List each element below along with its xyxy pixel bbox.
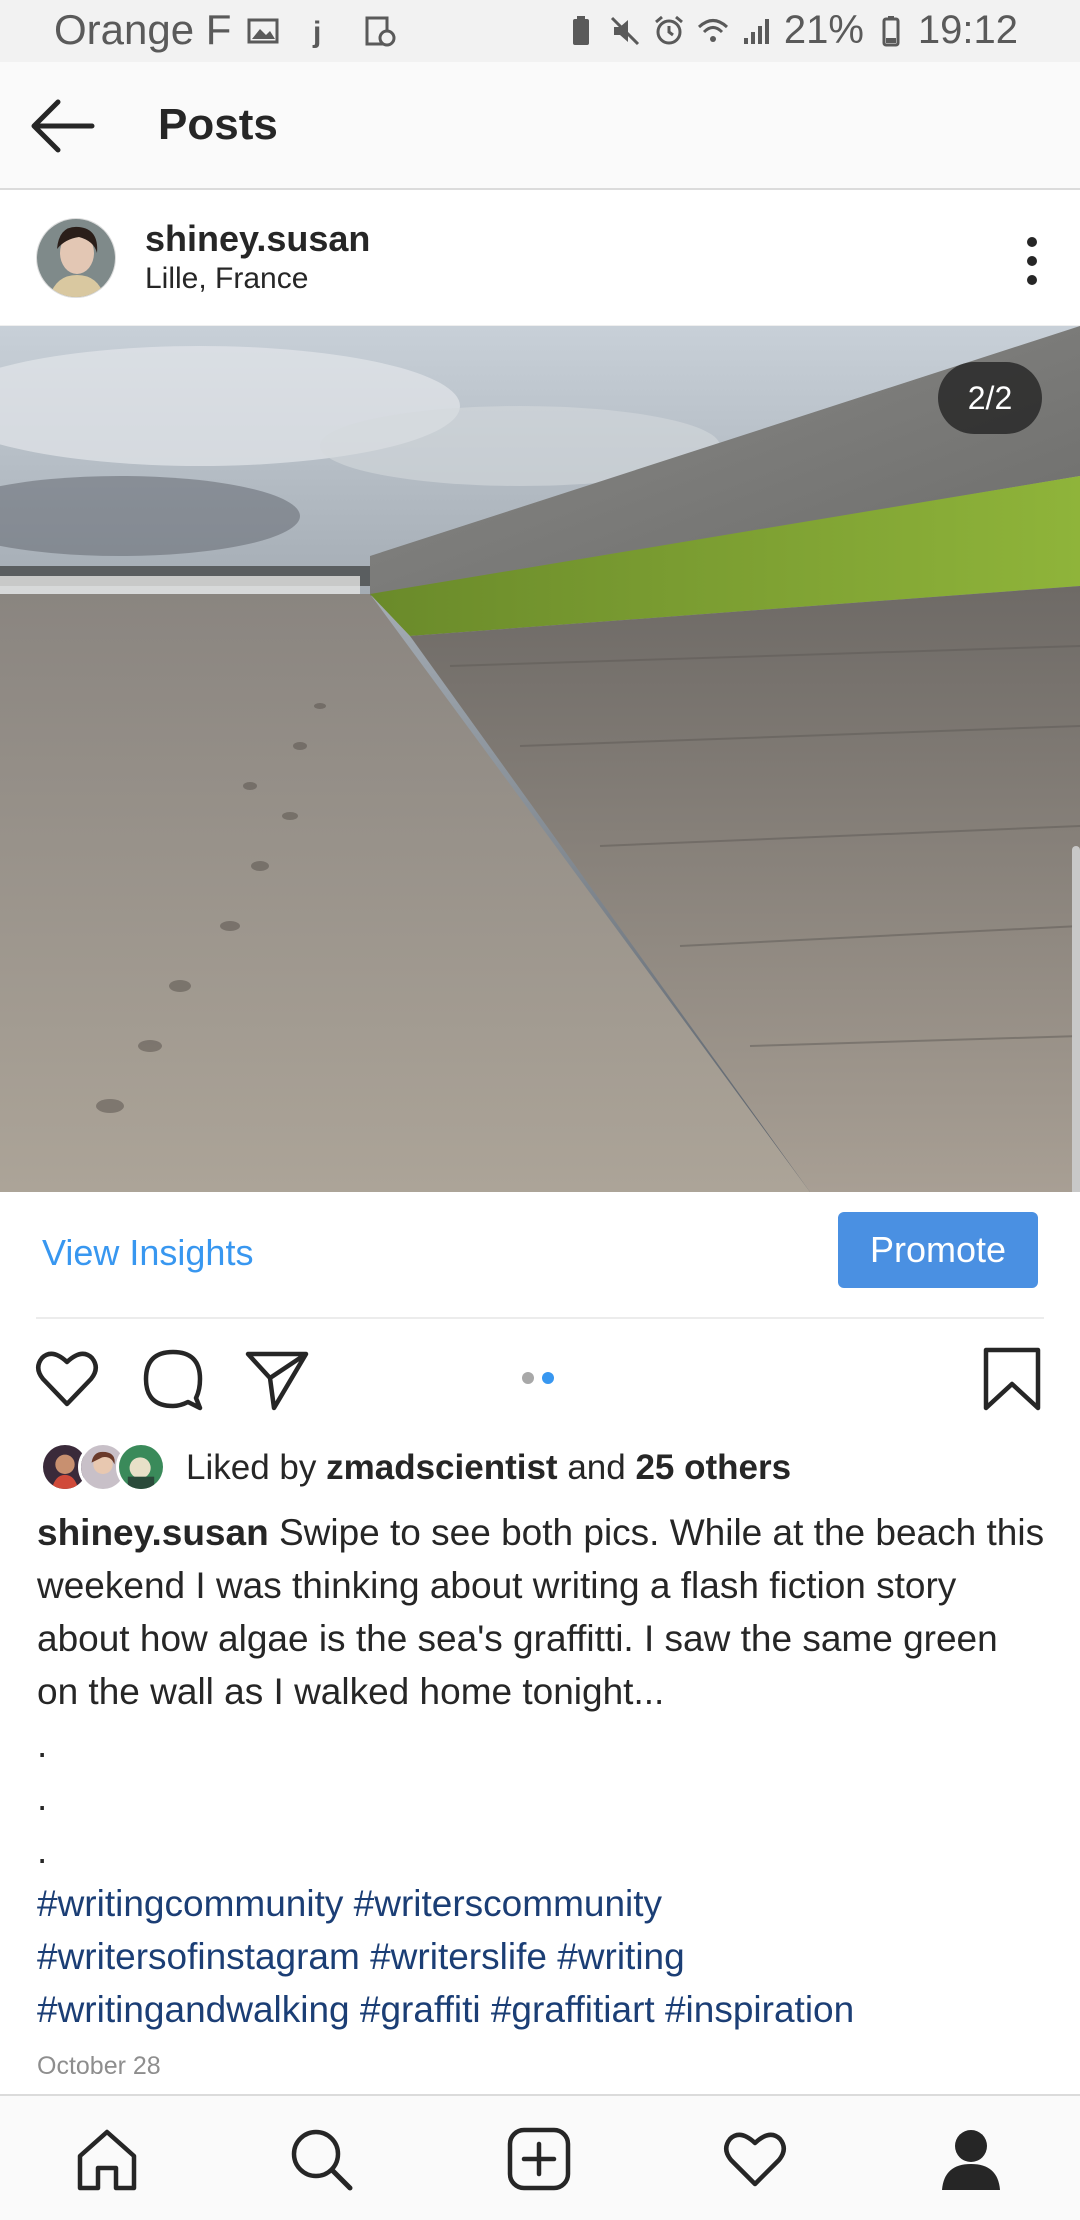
caption-dot: . xyxy=(37,1724,48,1765)
wifi-icon xyxy=(697,18,728,42)
battery-saver-icon xyxy=(572,15,589,45)
avatar[interactable] xyxy=(36,218,116,298)
post-actions xyxy=(0,1340,1080,1416)
likes-text: Liked by zmadscientist and 25 others xyxy=(186,1448,791,1488)
beach-seawall-photo xyxy=(0,326,1080,1192)
status-bar: Orange F j 21% 19:12 xyxy=(0,0,1080,62)
likes-others[interactable]: 25 others xyxy=(635,1448,791,1487)
arrow-left-icon[interactable] xyxy=(28,96,96,156)
post-caption: shiney.susan Swipe to see both pics. Whi… xyxy=(37,1506,1047,2036)
comment-bubble-icon[interactable] xyxy=(140,1346,206,1412)
carousel-dot xyxy=(522,1372,534,1384)
bottom-nav xyxy=(0,2094,1080,2220)
hashtag-line[interactable]: #writingcommunity #writerscommunity xyxy=(37,1877,1047,1930)
paper-plane-icon[interactable] xyxy=(244,1346,310,1412)
likes-prefix: Liked by xyxy=(186,1448,317,1487)
likes-row[interactable]: Liked by zmadscientist and 25 others xyxy=(40,1440,1040,1498)
likes-and: and xyxy=(567,1448,626,1487)
profile-icon[interactable] xyxy=(936,2124,1006,2194)
scroll-indicator xyxy=(1072,846,1080,1192)
battery-icon xyxy=(882,15,900,46)
screenshot-notification-icon xyxy=(365,16,396,47)
liker-avatar xyxy=(116,1442,166,1492)
hashtag-line[interactable]: #writersofinstagram #writerslife #writin… xyxy=(37,1930,1047,1983)
caption-username[interactable]: shiney.susan xyxy=(37,1512,269,1553)
alarm-icon xyxy=(654,15,683,44)
j-app-notification-icon: j xyxy=(312,16,321,48)
status-right: 21% 19:12 xyxy=(564,8,1018,53)
mute-icon xyxy=(610,16,639,45)
divider xyxy=(36,1317,1044,1319)
post-header: shiney.susan Lille, France xyxy=(0,192,1080,326)
promote-button[interactable]: Promote xyxy=(838,1212,1038,1288)
post-date: October 28 xyxy=(37,2052,161,2080)
carousel-dot-active xyxy=(542,1372,554,1384)
insights-bar: View Insights Promote xyxy=(0,1192,1080,1318)
home-icon[interactable] xyxy=(72,2124,142,2194)
clock: 19:12 xyxy=(917,8,1018,52)
app-header: Posts xyxy=(0,62,1080,190)
more-vertical-icon[interactable] xyxy=(1024,236,1040,286)
liker-avatars xyxy=(40,1442,170,1494)
bookmark-icon[interactable] xyxy=(980,1346,1046,1412)
activity-heart-icon[interactable] xyxy=(720,2124,790,2194)
add-post-icon[interactable] xyxy=(504,2124,574,2194)
caption-dot: . xyxy=(37,1830,48,1871)
svg-text:j: j xyxy=(312,16,321,48)
carrier-label: Orange F xyxy=(54,6,232,53)
liker-username[interactable]: zmadscientist xyxy=(326,1448,557,1487)
gallery-notification-icon xyxy=(247,18,279,44)
post-photo[interactable]: 2/2 xyxy=(0,326,1080,1192)
notification-icons: j xyxy=(246,14,396,48)
caption-dot: . xyxy=(37,1777,48,1818)
battery-percent: 21% xyxy=(783,8,864,52)
heart-outline-icon[interactable] xyxy=(34,1346,100,1412)
hashtag-line[interactable]: #writingandwalking #graffiti #graffitiar… xyxy=(37,1983,1047,2036)
view-insights-link[interactable]: View Insights xyxy=(42,1232,253,1274)
signal-icon xyxy=(743,18,769,44)
post-location[interactable]: Lille, France xyxy=(145,262,308,296)
post-username[interactable]: shiney.susan xyxy=(145,218,370,260)
image-counter: 2/2 xyxy=(938,362,1042,434)
search-icon[interactable] xyxy=(286,2124,356,2194)
page-title: Posts xyxy=(158,100,278,149)
carousel-indicator xyxy=(522,1372,554,1384)
